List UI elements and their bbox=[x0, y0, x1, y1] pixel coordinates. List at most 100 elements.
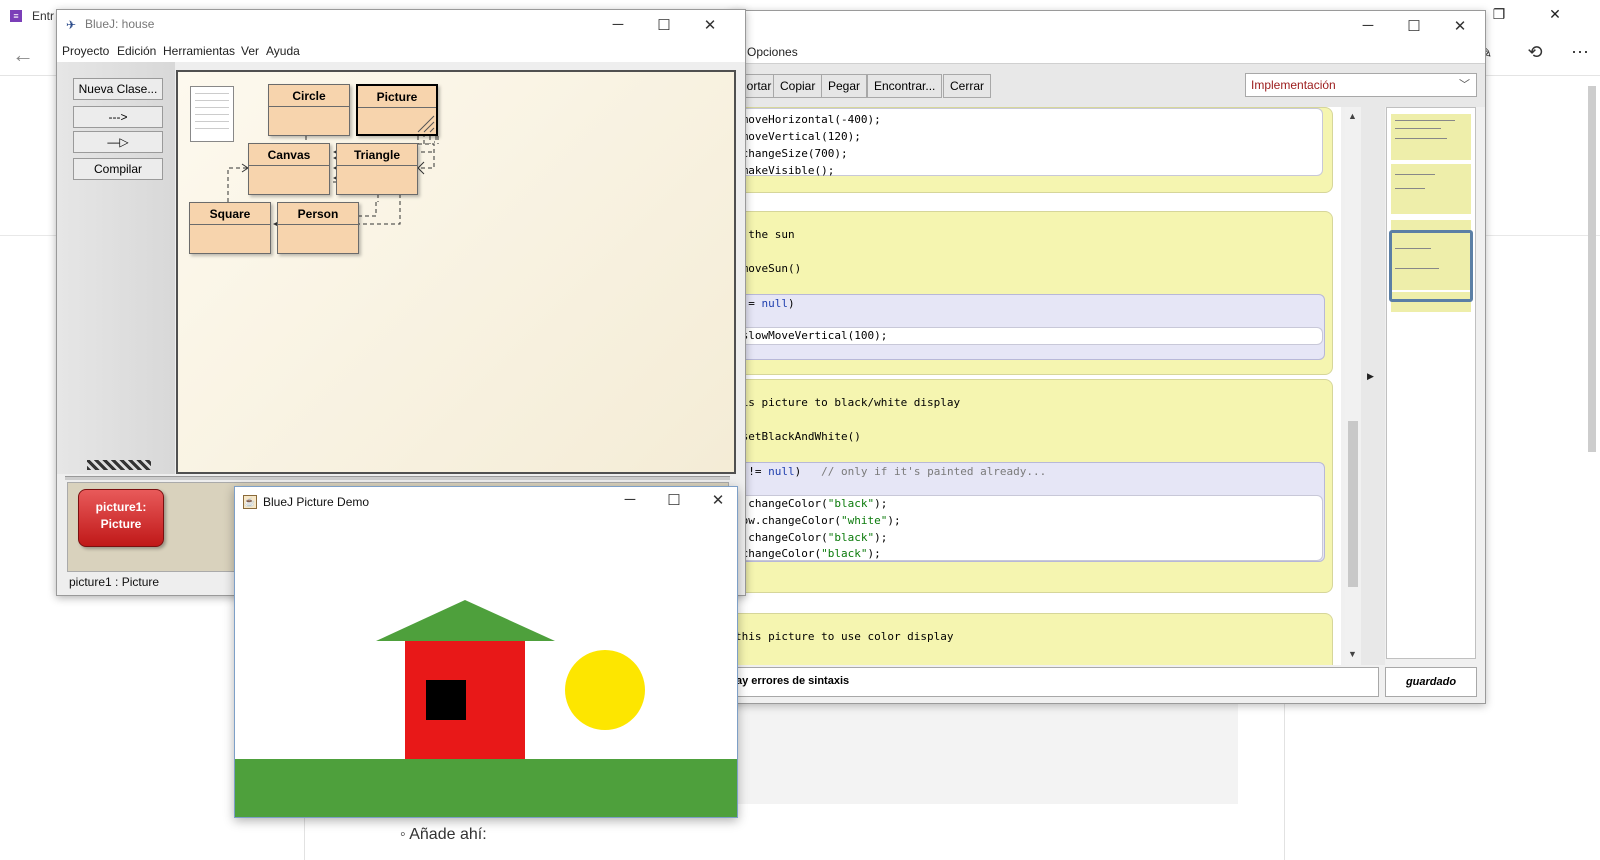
menu-item-ayuda[interactable]: Ayuda bbox=[266, 44, 300, 58]
more-icon[interactable]: ⋯ bbox=[1565, 42, 1595, 63]
maximize-icon[interactable]: ☐ bbox=[659, 491, 689, 509]
menu-item-proyecto[interactable]: Proyecto bbox=[62, 44, 109, 58]
class-name: Triangle bbox=[337, 146, 417, 166]
code-scrollbar[interactable]: ▲ ▼ bbox=[1345, 107, 1361, 665]
background-scrollbar[interactable] bbox=[1588, 86, 1596, 452]
object-picture1[interactable]: picture1: Picture bbox=[78, 489, 164, 547]
background-title: Entr bbox=[32, 9, 55, 23]
class-picture[interactable]: Picture bbox=[356, 84, 438, 136]
picture-demo-window: ☕ BlueJ Picture Demo ─ ☐ ✕ bbox=[234, 486, 738, 818]
menu-item-herramientas[interactable]: Herramientas bbox=[163, 44, 235, 58]
class-name: Canvas bbox=[249, 146, 329, 166]
code-line: .moveHorizontal(-400); bbox=[735, 113, 881, 126]
navview-strip: ▶ bbox=[1361, 107, 1385, 665]
overview-line bbox=[1395, 138, 1447, 139]
minimize-icon[interactable]: ─ bbox=[1353, 17, 1383, 34]
compile-button[interactable]: Compilar bbox=[73, 158, 163, 180]
close-icon[interactable]: ✕ bbox=[695, 16, 725, 34]
menu-item-ver[interactable]: Ver bbox=[241, 44, 259, 58]
share-icon[interactable]: ⟲ bbox=[1520, 42, 1550, 63]
onenote-app-icon: ≡ bbox=[10, 10, 22, 22]
view-select-value: Implementación bbox=[1251, 78, 1336, 92]
close-icon[interactable]: ✕ bbox=[1445, 17, 1475, 35]
maximize-icon[interactable]: ☐ bbox=[1399, 17, 1429, 35]
code-text: ); bbox=[874, 531, 888, 544]
code-editor[interactable]: .moveHorizontal(-400); .moveVertical(120… bbox=[731, 107, 1341, 665]
bluej-status-bar: picture1 : Picture bbox=[69, 575, 160, 589]
java-cup-icon: ☕ bbox=[243, 495, 257, 509]
code-text: ); bbox=[867, 547, 881, 560]
sun-shape bbox=[565, 650, 645, 730]
uses-arrow-button[interactable]: ---> bbox=[73, 106, 163, 128]
string-literal: "black" bbox=[821, 547, 868, 560]
code-text: l.changeColor( bbox=[735, 497, 828, 510]
code-text: ); bbox=[887, 514, 901, 527]
back-arrow-icon[interactable]: ← bbox=[12, 42, 34, 68]
code-text: ) bbox=[794, 465, 822, 478]
close-icon[interactable]: ✕ bbox=[1540, 6, 1570, 23]
class-canvas[interactable]: Canvas bbox=[248, 143, 330, 195]
house-window-shape bbox=[426, 680, 466, 720]
class-triangle[interactable]: Triangle bbox=[336, 143, 418, 195]
maximize-icon[interactable]: ☐ bbox=[649, 16, 679, 34]
scroll-up-icon[interactable]: ▲ bbox=[1348, 111, 1357, 121]
minimize-icon[interactable]: ─ bbox=[615, 491, 645, 508]
scroll-down-icon[interactable]: ▼ bbox=[1348, 649, 1357, 659]
overview-viewport[interactable] bbox=[1389, 230, 1473, 302]
inherits-arrow-button[interactable]: —▷ bbox=[73, 131, 163, 153]
collapse-navview-icon[interactable]: ▶ bbox=[1367, 371, 1374, 382]
minimize-icon[interactable]: ─ bbox=[603, 16, 633, 33]
method-body: != null) .slowMoveVertical(100); bbox=[731, 294, 1325, 360]
object-bench-divider[interactable] bbox=[65, 476, 730, 480]
class-diagram[interactable]: Circle Picture Canvas Triangle Square Pe… bbox=[176, 70, 736, 474]
if-body: l.changeColor("black"); dow.changeColor(… bbox=[731, 495, 1323, 561]
method-block-movesun: n the sun moveSun() != null) .slowMoveVe… bbox=[731, 211, 1333, 375]
string-literal: "black" bbox=[827, 531, 875, 544]
picture-demo-title: BlueJ Picture Demo bbox=[263, 495, 370, 509]
house-scene bbox=[235, 600, 737, 817]
view-select[interactable]: Implementación ﹀ bbox=[1245, 73, 1477, 97]
comment-line: his picture to black/white display bbox=[735, 396, 961, 409]
class-name: Person bbox=[278, 205, 358, 225]
dependency-arrows bbox=[227, 105, 439, 227]
method-block-setcolor: this picture to use color display bbox=[731, 613, 1333, 665]
code-line: .changeSize(700); bbox=[735, 147, 848, 160]
copy-button[interactable]: Copiar bbox=[773, 74, 823, 98]
code-overview-navview[interactable] bbox=[1386, 107, 1476, 659]
class-square[interactable]: Square bbox=[189, 202, 271, 254]
code-line: .makeVisible(); bbox=[735, 164, 835, 177]
close-icon[interactable]: ✕ bbox=[703, 491, 733, 509]
code-block: .moveHorizontal(-400); .moveVertical(120… bbox=[731, 107, 1333, 193]
bullet-text: Añade ahí: bbox=[409, 826, 487, 843]
code-line: .moveVertical(120); bbox=[735, 130, 861, 143]
code-line: .changeColor("black"); bbox=[735, 547, 881, 560]
bluej-title: BlueJ: house bbox=[85, 17, 155, 31]
null-keyword: null bbox=[768, 465, 795, 478]
overview-block bbox=[1391, 164, 1471, 214]
class-circle[interactable]: Circle bbox=[268, 84, 350, 136]
new-class-button[interactable]: Nueva Clase... bbox=[73, 78, 163, 100]
progress-indicator bbox=[87, 460, 151, 470]
resize-handle-icon[interactable] bbox=[414, 112, 436, 134]
drawing-canvas bbox=[235, 517, 737, 817]
method-body: l != null) // only if it's painted alrea… bbox=[731, 462, 1325, 562]
code-line: f.changeColor("black"); bbox=[735, 531, 887, 544]
object-type: Picture bbox=[100, 517, 142, 531]
null-keyword: null bbox=[761, 297, 789, 310]
class-person[interactable]: Person bbox=[277, 202, 359, 254]
paste-button[interactable]: Pegar bbox=[821, 74, 868, 98]
find-button[interactable]: Encontrar... bbox=[867, 74, 943, 98]
overview-line bbox=[1395, 174, 1435, 175]
menu-item-edicion[interactable]: Edición bbox=[117, 44, 156, 58]
overview-line bbox=[1395, 188, 1425, 189]
code-text: f.changeColor( bbox=[735, 531, 828, 544]
method-signature: setBlackAndWhite() bbox=[735, 430, 861, 443]
restore-icon[interactable]: ❐ bbox=[1484, 6, 1514, 23]
scroll-thumb[interactable] bbox=[1348, 421, 1358, 587]
method-block-setblackandwhite: his picture to black/white display setBl… bbox=[731, 379, 1333, 593]
close-editor-button[interactable]: Cerrar bbox=[943, 74, 992, 98]
menu-item-opciones[interactable]: Opciones bbox=[747, 45, 798, 59]
if-body: .slowMoveVertical(100); bbox=[731, 327, 1323, 345]
bluej-titlebar: ✈ BlueJ: house ─ ☐ ✕ bbox=[57, 10, 745, 40]
code-line: l != null) // only if it's painted alrea… bbox=[735, 465, 1046, 478]
